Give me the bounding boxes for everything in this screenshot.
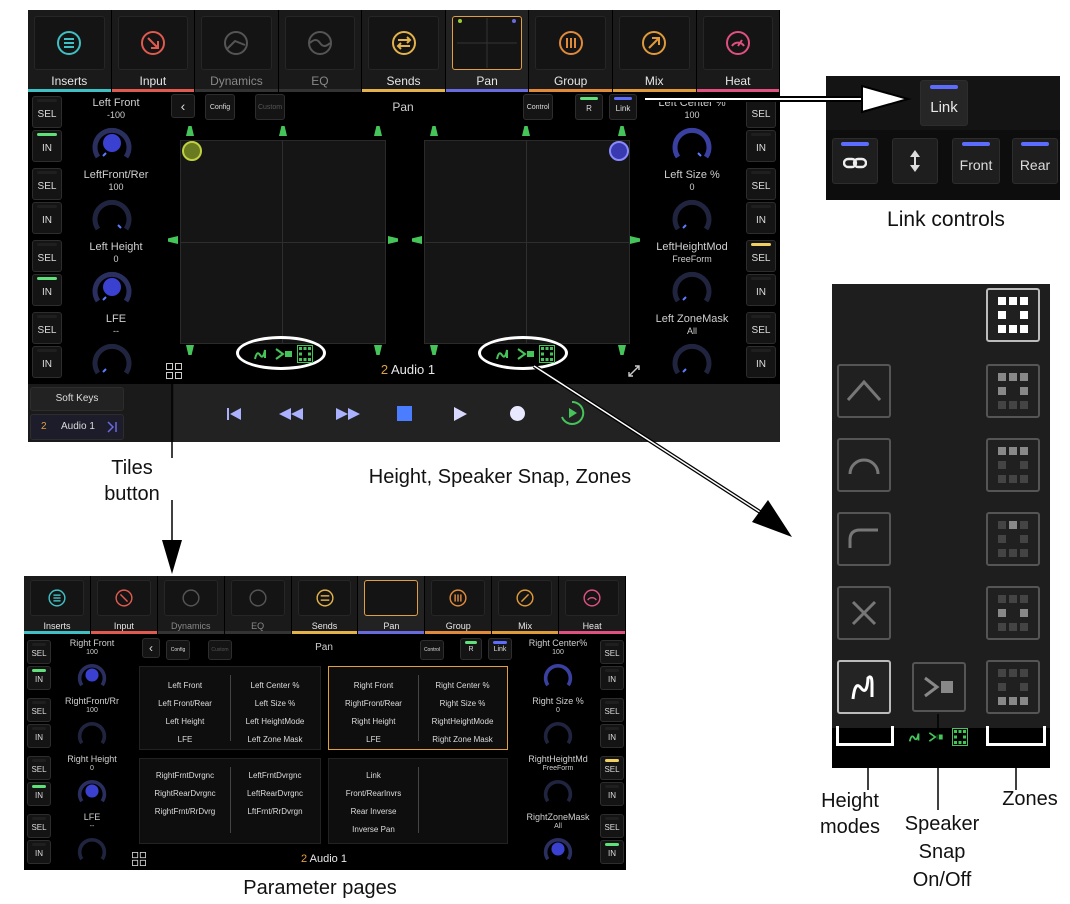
caption-zones: Zones: [1002, 788, 1058, 810]
caption-link-controls: Link controls: [887, 208, 1005, 231]
caption-parameter-pages: Parameter pages: [243, 877, 397, 899]
caption-speaker-snap: Speaker Snap On/Off: [904, 813, 980, 891]
caption-height-snap-zones: Height, Speaker Snap, Zones: [368, 466, 632, 488]
caption-height-modes: Height modes: [819, 790, 881, 838]
callout-arrows: [162, 84, 1017, 810]
caption-tiles-button: Tiles button: [104, 457, 160, 505]
